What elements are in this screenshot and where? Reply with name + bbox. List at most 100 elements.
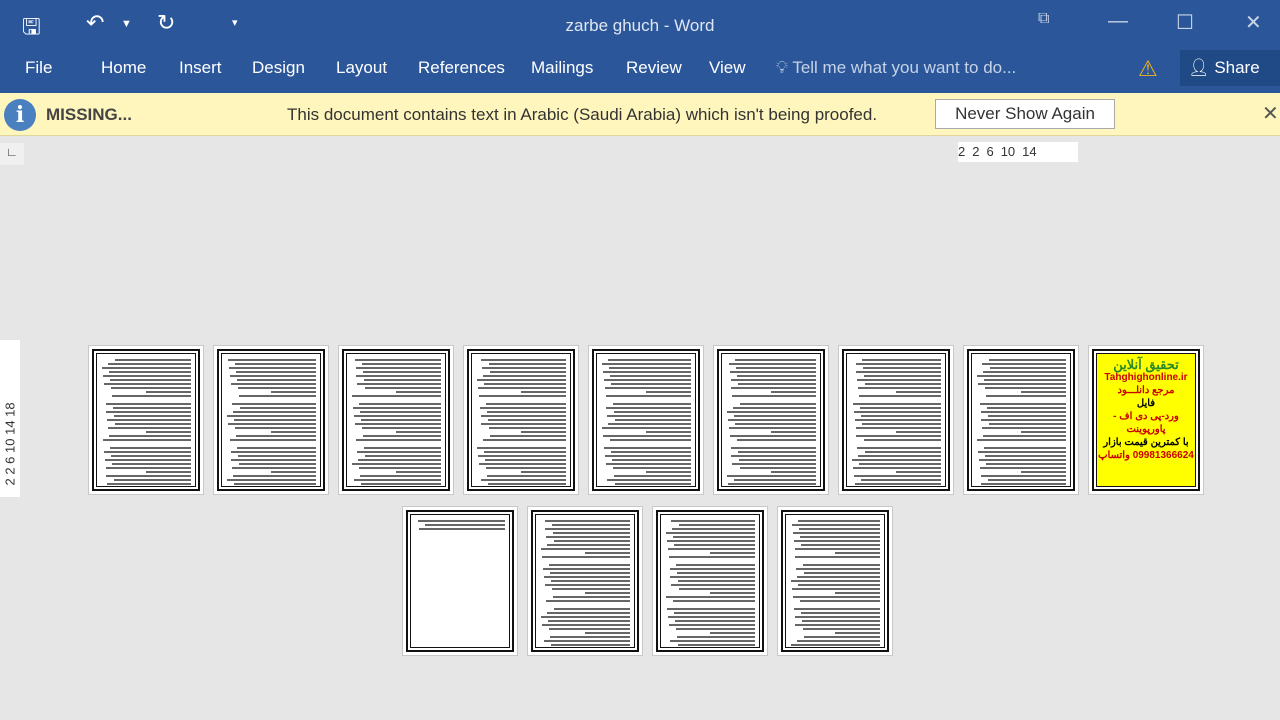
text-line xyxy=(673,536,755,538)
text-line xyxy=(610,383,691,385)
text-line xyxy=(790,644,880,646)
never-show-again-button[interactable]: Never Show Again xyxy=(935,99,1115,129)
text-line xyxy=(710,632,755,634)
text-line xyxy=(802,628,880,630)
page-thumbnail[interactable] xyxy=(213,345,329,495)
advertisement-image: تحقیق آنلاین Tahghighonline.ir مرجع دانلــ… xyxy=(1097,354,1195,486)
tab-layout[interactable]: Layout xyxy=(336,58,387,78)
page-thumbnail[interactable] xyxy=(963,345,1079,495)
text-line xyxy=(481,359,566,361)
text-line xyxy=(858,387,941,389)
text-line xyxy=(853,475,941,477)
ad-line: با کمترین قیمت بازار xyxy=(1103,437,1189,448)
text-line xyxy=(835,592,880,594)
text-line xyxy=(794,548,880,550)
text-line xyxy=(547,612,630,614)
document-title: zarbe ghuch - Word xyxy=(565,16,715,35)
text-line xyxy=(896,471,941,473)
tab-home[interactable]: Home xyxy=(101,58,146,78)
text-line xyxy=(982,363,1066,365)
text-line xyxy=(101,367,191,369)
text-line xyxy=(359,403,441,405)
text-line xyxy=(835,632,880,634)
text-line xyxy=(851,459,941,461)
text-line xyxy=(792,596,880,598)
text-line xyxy=(417,520,505,522)
tab-view[interactable]: View xyxy=(709,58,746,78)
warning-icon[interactable]: ⚠ xyxy=(1138,56,1158,82)
horizontal-ruler[interactable]: 2 2 6 10 14 xyxy=(958,142,1078,162)
text-line xyxy=(983,371,1066,373)
close-message-icon[interactable]: ✕ xyxy=(1262,101,1279,126)
ribbon-display-options-icon[interactable]: ⧉ xyxy=(1038,10,1049,28)
text-line xyxy=(480,479,566,481)
text-line xyxy=(237,455,316,457)
ad-line: تحقیق آنلاین xyxy=(1113,357,1179,372)
text-line xyxy=(236,379,316,381)
page-content xyxy=(842,349,950,491)
text-line xyxy=(484,383,566,385)
text-line xyxy=(739,467,816,469)
text-line xyxy=(424,524,505,526)
tab-mailings[interactable]: Mailings xyxy=(531,58,593,78)
vertical-ruler[interactable]: 2 2 6 10 14 18 xyxy=(0,340,20,497)
maximize-icon[interactable]: ☐ xyxy=(1176,10,1194,35)
text-line xyxy=(146,431,191,433)
page-thumbnail[interactable] xyxy=(713,345,829,495)
text-line xyxy=(792,532,880,534)
ruler-label: 2 xyxy=(972,144,980,159)
tab-file[interactable]: File xyxy=(25,58,52,78)
text-line xyxy=(861,359,941,361)
text-line xyxy=(487,483,566,485)
text-line xyxy=(105,467,191,469)
text-line xyxy=(489,371,566,373)
tab-references[interactable]: References xyxy=(418,58,505,78)
page-thumbnail[interactable] xyxy=(402,506,518,656)
text-line xyxy=(987,479,1066,481)
close-icon[interactable]: ✕ xyxy=(1245,10,1262,35)
text-line xyxy=(978,459,1066,461)
text-line xyxy=(480,415,566,417)
text-line xyxy=(726,475,816,477)
text-line xyxy=(666,608,755,610)
tell-me-search[interactable]: 💡︎ Tell me what you want to do... xyxy=(776,58,1016,78)
text-line xyxy=(362,371,441,373)
text-line xyxy=(666,540,755,542)
text-line xyxy=(361,363,441,365)
tab-selector[interactable]: ∟ xyxy=(0,143,24,165)
page-content xyxy=(467,349,575,491)
text-line xyxy=(646,471,691,473)
text-line xyxy=(710,552,755,554)
text-line xyxy=(855,363,941,365)
text-line xyxy=(728,363,816,365)
tab-design[interactable]: Design xyxy=(252,58,305,78)
minimize-icon[interactable]: — xyxy=(1108,10,1128,33)
text-line xyxy=(790,580,880,582)
page-thumbnail[interactable] xyxy=(838,345,954,495)
page-thumbnail[interactable] xyxy=(338,345,454,495)
share-button[interactable]: 👤︎ Share xyxy=(1180,50,1280,86)
text-line xyxy=(110,447,191,449)
text-line xyxy=(610,439,691,441)
text-line xyxy=(802,564,880,566)
text-line xyxy=(553,608,630,610)
ruler-label: 14 xyxy=(1022,144,1037,159)
text-line xyxy=(607,415,691,417)
text-line xyxy=(674,544,755,546)
page-thumbnail[interactable] xyxy=(652,506,768,656)
text-line xyxy=(646,391,691,393)
text-line xyxy=(976,375,1066,377)
page-thumbnail[interactable] xyxy=(527,506,643,656)
tab-review[interactable]: Review xyxy=(626,58,682,78)
page-thumbnail[interactable]: تحقیق آنلاین Tahghighonline.ir مرجع دانلــ… xyxy=(1088,345,1204,495)
tab-insert[interactable]: Insert xyxy=(179,58,222,78)
page-thumbnail[interactable] xyxy=(463,345,579,495)
page-thumbnail[interactable] xyxy=(88,345,204,495)
text-line xyxy=(483,375,566,377)
page-thumbnail[interactable] xyxy=(777,506,893,656)
text-line xyxy=(678,524,755,526)
page-thumbnail[interactable] xyxy=(588,345,704,495)
text-line xyxy=(604,455,691,457)
text-line xyxy=(603,379,691,381)
text-line xyxy=(607,479,691,481)
